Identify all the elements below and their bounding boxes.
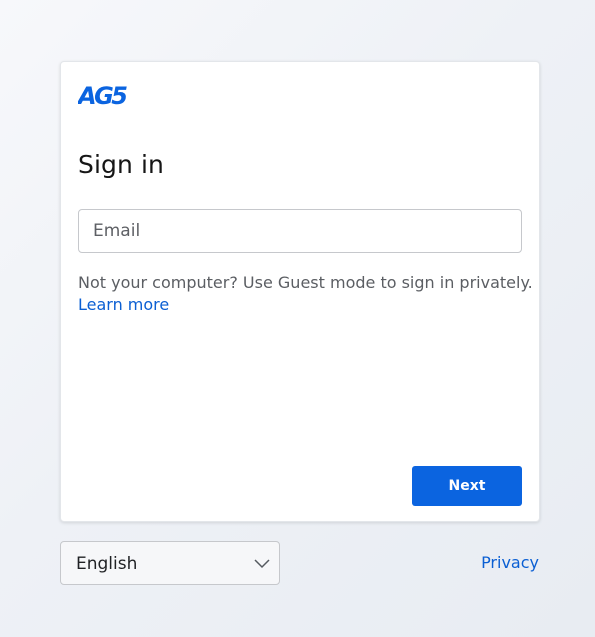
language-select[interactable]: English: [60, 541, 280, 585]
learn-more-link[interactable]: Learn more: [78, 294, 169, 316]
next-button[interactable]: Next: [412, 466, 522, 506]
email-field[interactable]: [78, 209, 522, 253]
language-select-value: English: [76, 554, 138, 574]
ag5-logo: AG5: [78, 83, 138, 107]
logo-text: AG5: [78, 83, 127, 107]
privacy-link[interactable]: Privacy: [481, 552, 539, 574]
email-input[interactable]: [79, 210, 521, 252]
chevron-down-icon: [254, 556, 270, 570]
signin-card: AG5 Sign in Not your computer? Use Guest…: [60, 61, 540, 522]
guest-mode-notice: Not your computer? Use Guest mode to sig…: [78, 273, 533, 292]
page-title: Sign in: [78, 150, 164, 179]
